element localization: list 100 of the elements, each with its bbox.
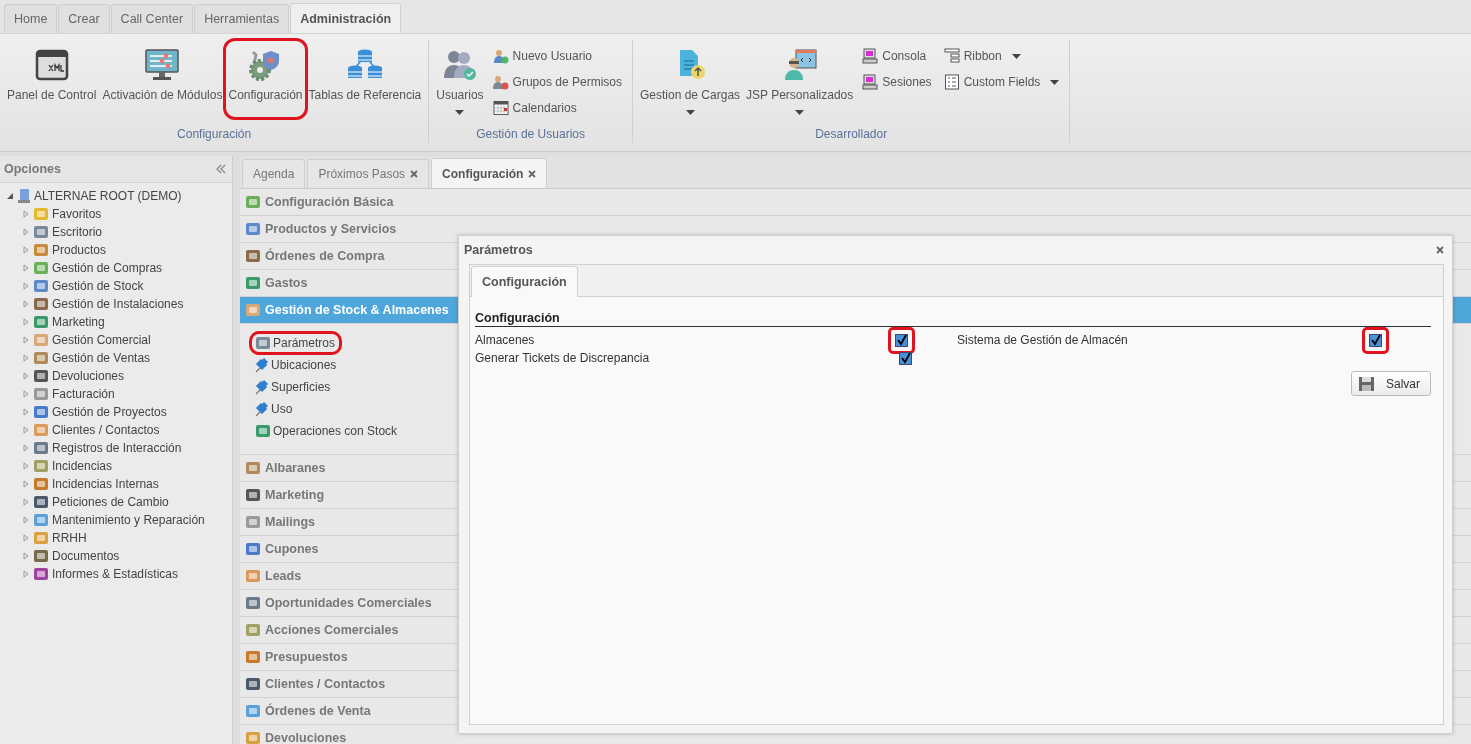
collapsed-arrow-icon[interactable] <box>22 534 30 542</box>
tree-item[interactable]: Gestión de Compras <box>52 261 163 275</box>
collapsed-arrow-icon[interactable] <box>22 372 30 380</box>
module-icon <box>33 368 49 384</box>
ribbon-tab[interactable]: Home <box>4 4 58 33</box>
module-icon <box>245 487 261 503</box>
toolbar-small-button[interactable]: Calendarios <box>492 98 622 118</box>
user-check-icon <box>492 48 509 64</box>
menu-item[interactable]: Parámetros <box>252 334 340 352</box>
collapsed-arrow-icon[interactable] <box>22 246 30 254</box>
collapsed-arrow-icon[interactable] <box>22 390 30 398</box>
ribbon-tab[interactable]: Call Center <box>110 4 194 33</box>
collapsed-arrow-icon[interactable] <box>22 444 30 452</box>
tree-item[interactable]: Documentos <box>52 549 120 563</box>
menu-item[interactable]: Operaciones con Stock <box>252 422 402 440</box>
tab[interactable]: Configuración <box>431 158 548 188</box>
close-icon[interactable] <box>1436 246 1444 254</box>
tree-item[interactable]: Marketing <box>52 315 105 329</box>
toolbar-button[interactable]: Panel de Control <box>4 40 100 118</box>
collapsed-arrow-icon[interactable] <box>22 516 30 524</box>
module-icon <box>33 224 49 240</box>
save-button[interactable]: Salvar <box>1351 371 1431 396</box>
tree-item[interactable]: Gestión Comercial <box>52 333 151 347</box>
tree-item[interactable]: Facturación <box>52 387 115 401</box>
module-icon <box>33 404 49 420</box>
user-group-icon <box>492 74 509 90</box>
tree-item[interactable]: Gestión de Instalaciones <box>52 297 184 311</box>
ribbon-tab[interactable]: Crear <box>58 4 110 33</box>
collapsed-arrow-icon[interactable] <box>22 318 30 326</box>
close-icon[interactable] <box>410 170 419 178</box>
toolbar-button[interactable]: JSP Personalizados <box>743 40 857 118</box>
tree-item[interactable]: Devoluciones <box>52 369 125 383</box>
panel-title: Opciones <box>4 162 61 176</box>
collapsed-arrow-icon[interactable] <box>22 462 30 470</box>
collapsed-arrow-icon[interactable] <box>22 552 30 560</box>
toolbar-button[interactable]: Activación de Módulos <box>99 40 226 118</box>
collapsed-arrow-icon[interactable] <box>22 570 30 578</box>
collapsed-arrow-icon[interactable] <box>22 408 30 416</box>
tree-item[interactable]: Gestión de Stock <box>52 279 144 293</box>
toolbar-small-button[interactable]: Custom Fields <box>943 72 1060 92</box>
tab[interactable]: Próximos Pasos <box>307 159 430 188</box>
module-icon <box>33 476 49 492</box>
module-icon <box>255 423 271 439</box>
module-icon <box>245 622 261 638</box>
collapsed-arrow-icon[interactable] <box>22 498 30 506</box>
module-icon <box>33 242 49 258</box>
tree-item[interactable]: ALTERNAE ROOT (DEMO) <box>34 189 182 203</box>
tab[interactable]: Agenda <box>242 159 306 188</box>
tree-item[interactable]: Mantenimiento y Reparación <box>52 513 205 527</box>
toolbar-small-button[interactable]: Grupos de Permisos <box>492 72 622 92</box>
module-icon <box>245 460 261 476</box>
toolbar-small-button[interactable]: Ribbon <box>943 46 1060 66</box>
collapsed-arrow-icon[interactable] <box>22 354 30 362</box>
tree-item[interactable]: Clientes / Contactos <box>52 423 160 437</box>
collapsed-arrow-icon[interactable] <box>22 300 30 308</box>
collapsed-arrow-icon[interactable] <box>22 210 30 218</box>
toolbar-button[interactable]: Usuarios <box>433 40 487 118</box>
tree-item[interactable]: Gestión de Ventas <box>52 351 151 365</box>
computer-icon <box>862 74 879 90</box>
module-icon <box>33 314 49 330</box>
tree-item[interactable]: Productos <box>52 243 107 257</box>
collapsed-arrow-icon[interactable] <box>22 336 30 344</box>
collapsed-arrow-icon[interactable] <box>22 426 30 434</box>
toolbar-small-button[interactable]: Consola <box>862 46 932 66</box>
tree-item[interactable]: Peticiones de Cambio <box>52 495 169 509</box>
list-icon <box>943 48 960 64</box>
expanded-arrow-icon[interactable] <box>6 192 14 200</box>
toolbar-button[interactable]: Gestion de Cargas <box>637 40 744 118</box>
close-icon[interactable] <box>528 169 537 178</box>
menu-item[interactable]: Ubicaciones <box>252 356 341 374</box>
menu-item[interactable]: Uso <box>252 400 297 418</box>
tree-item[interactable]: Incidencias <box>52 459 113 473</box>
checkbox[interactable] <box>1369 333 1382 347</box>
module-icon <box>33 530 49 546</box>
toolbar-small-button[interactable]: Nuevo Usuario <box>492 46 622 66</box>
module-icon <box>245 514 261 530</box>
checkbox[interactable] <box>894 333 908 347</box>
tree-item[interactable]: RRHH <box>52 531 87 545</box>
module-icon <box>33 278 49 294</box>
tab[interactable]: Configuración <box>471 266 578 297</box>
collapsed-arrow-icon[interactable] <box>22 228 30 236</box>
collapsed-arrow-icon[interactable] <box>22 282 30 290</box>
collapsed-arrow-icon[interactable] <box>22 264 30 272</box>
module-icon <box>33 566 49 582</box>
toolbar-button[interactable]: Configuración <box>225 40 306 118</box>
tree-item[interactable]: Escritorio <box>52 225 102 239</box>
toolbar-button[interactable]: Tablas de Referencia <box>305 40 425 118</box>
tree-item[interactable]: Gestión de Proyectos <box>52 405 167 419</box>
tree-item[interactable]: Favoritos <box>52 207 102 221</box>
menu-item[interactable]: Superficies <box>252 378 335 396</box>
ribbon-tab[interactable]: Administración <box>290 3 402 33</box>
collapse-icon[interactable] <box>216 164 226 174</box>
module-icon <box>245 541 261 557</box>
ribbon-tab[interactable]: Herramientas <box>194 4 290 33</box>
tree-item[interactable]: Registros de Interacción <box>52 441 182 455</box>
toolbar-small-button[interactable]: Sesiones <box>862 72 932 92</box>
tree-item[interactable]: Incidencias Internas <box>52 477 159 491</box>
tree-item[interactable]: Informes & Estadísticas <box>52 567 179 581</box>
module-icon <box>255 335 271 351</box>
collapsed-arrow-icon[interactable] <box>22 480 30 488</box>
